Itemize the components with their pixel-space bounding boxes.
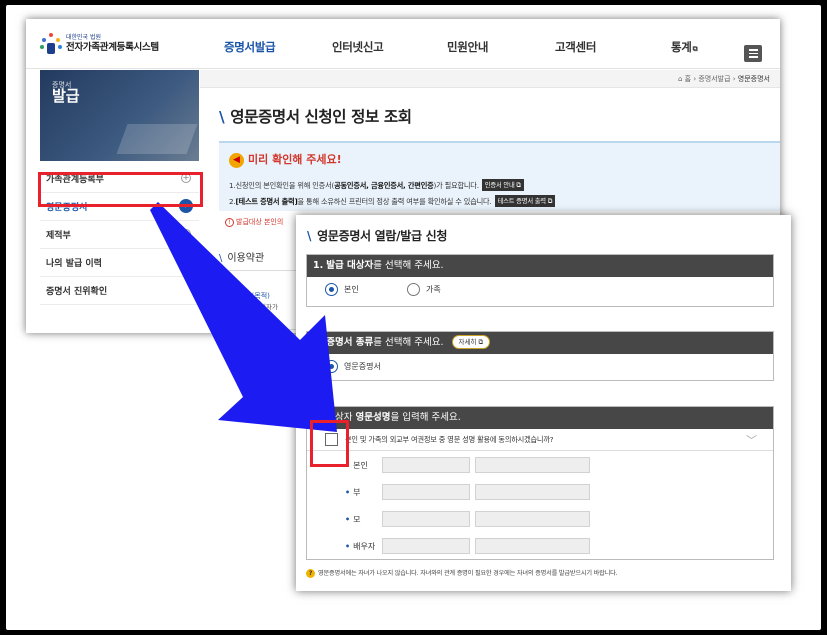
blue-arrow-annotation bbox=[150, 202, 337, 432]
highlight-box-english-certificate bbox=[38, 172, 203, 207]
highlight-box-consent-checkbox bbox=[310, 420, 349, 467]
